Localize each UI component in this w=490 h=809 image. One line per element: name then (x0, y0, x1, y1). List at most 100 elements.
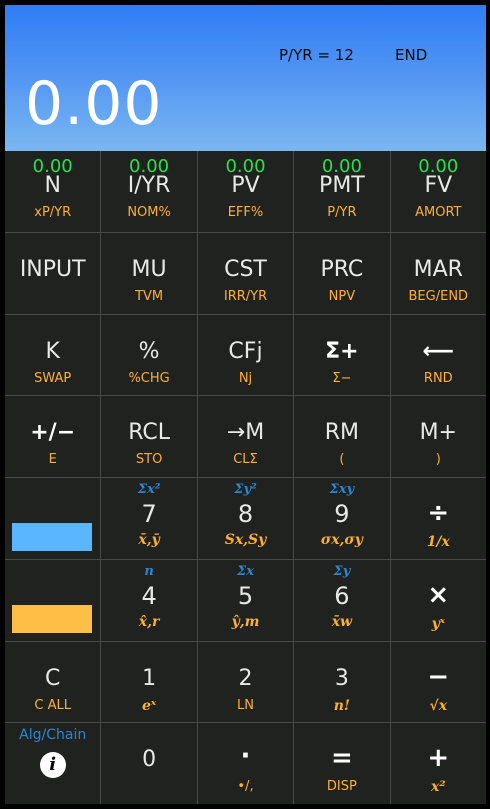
key-shift-label: IRR/YR (223, 288, 268, 304)
key-add[interactable]: + x² (390, 723, 486, 804)
key-fv[interactable]: 0.00 FV AMORT (390, 151, 486, 232)
calculator-window: P/YR = 12 END 0.00 0.00 N xP/YR 0.00 I/Y… (0, 0, 490, 809)
key-change-sign[interactable]: +/− E (5, 396, 101, 477)
key-pv[interactable]: 0.00 PV EFF% (197, 151, 294, 232)
key-shift-label: Σ− (332, 370, 352, 386)
key-blue-label: Σx (237, 563, 254, 579)
key-1[interactable]: 1 eˣ (101, 641, 197, 723)
key-label: 3 (334, 665, 349, 691)
key-sigma-plus[interactable]: Σ+ Σ− (294, 314, 390, 396)
alg-chain-label: Alg/Chain (19, 727, 87, 744)
key-label: →M (226, 420, 265, 446)
key-shift-label: EFF% (227, 205, 264, 220)
keypad: 0.00 N xP/YR 0.00 I/YR NOM% 0.00 PV EFF%… (5, 151, 486, 804)
key-orange-shift[interactable] (5, 559, 101, 641)
payment-mode-indicator: END (395, 46, 428, 64)
key-4[interactable]: n 4 x̂,r (101, 559, 197, 641)
backspace-arrow-icon: ⟵ (422, 338, 455, 364)
key-rm[interactable]: RM ( (294, 396, 390, 477)
key-shift-label: yˣ (431, 615, 445, 632)
key-clear[interactable]: C C ALL (5, 641, 101, 723)
key-m-plus[interactable]: M+ ) (390, 396, 486, 477)
key-label: PMT (319, 173, 365, 198)
key-shift-label: STO (135, 452, 163, 468)
key-label: PV (231, 173, 260, 198)
key-pmt[interactable]: 0.00 PMT P/YR (294, 151, 390, 232)
key-label: FV (424, 173, 453, 198)
plus-icon: + (427, 743, 450, 774)
key-equals[interactable]: = DISP (294, 723, 390, 804)
divide-icon: ÷ (427, 498, 450, 528)
key-shift-label: σx,σy (320, 532, 363, 548)
key-5[interactable]: Σx 5 ŷ,m (197, 559, 294, 641)
key-label: 0 (142, 747, 157, 773)
key-label: MAR (413, 256, 463, 282)
key-shift-label: •/, (237, 779, 254, 795)
key-label: 5 (237, 581, 254, 610)
key-label: 7 (141, 500, 157, 528)
display-value: 0.00 (25, 69, 163, 139)
key-cst[interactable]: CST IRR/YR (197, 232, 294, 314)
key-6[interactable]: Σy 6 x̄w (294, 559, 390, 641)
key-shift-label: Nj (238, 370, 253, 386)
key-label: 6 (334, 581, 350, 610)
key-shift-label: xP/YR (34, 205, 72, 220)
key-9[interactable]: Σxy 9 σx,σy (294, 478, 390, 559)
key-decimal[interactable]: · •/, (197, 723, 294, 804)
key-shift-label: √x (429, 697, 448, 714)
key-shift-label: NPV (328, 288, 356, 304)
key-blue-label: Σy (333, 563, 351, 579)
key-shift-label: x̂,r (138, 613, 160, 630)
key-backspace[interactable]: ⟵ RND (390, 314, 486, 396)
key-blue-label: Σxy (329, 482, 355, 497)
key-blue-shift[interactable] (5, 478, 101, 559)
key-label: RCL (128, 420, 170, 446)
key-i-yr[interactable]: 0.00 I/YR NOM% (101, 151, 197, 232)
key-7[interactable]: Σx² 7 x̄,ȳ (101, 478, 197, 559)
key-label: +/− (30, 420, 76, 446)
key-cfj[interactable]: CFj Nj (197, 314, 294, 396)
key-input[interactable]: INPUT (5, 232, 101, 314)
key-label: K (45, 338, 60, 364)
key-percent[interactable]: % %CHG (101, 314, 197, 396)
decimal-point-icon: · (240, 741, 251, 772)
minus-icon: − (427, 661, 450, 692)
info-icon: i (39, 752, 66, 779)
key-label: C (45, 665, 61, 691)
key-shift-label: TVM (135, 288, 164, 304)
key-label: PRC (320, 256, 364, 282)
key-3[interactable]: 3 n! (294, 641, 390, 723)
key-shift-label: NOM% (127, 205, 171, 220)
key-rcl[interactable]: RCL STO (101, 396, 197, 477)
key-label: CFj (228, 338, 263, 364)
key-0[interactable]: 0 (101, 723, 197, 804)
orange-shift-swatch (12, 604, 92, 633)
key-prc[interactable]: PRC NPV (294, 232, 390, 314)
key-info[interactable]: Alg/Chain i (5, 723, 101, 804)
key-label: CST (224, 256, 267, 282)
key-shift-label: ŷ,m (231, 613, 260, 630)
key-label: I/YR (127, 173, 171, 198)
key-divide[interactable]: ÷ 1/x (390, 478, 486, 559)
key-subtract[interactable]: − √x (390, 641, 486, 723)
multiply-icon: × (427, 579, 450, 610)
key-shift-label: x² (431, 779, 446, 796)
key-blue-label: Σy² (234, 482, 257, 497)
key-multiply[interactable]: × yˣ (390, 559, 486, 641)
key-label: M+ (419, 420, 457, 446)
key-shift-label: AMORT (415, 205, 462, 220)
key-shift-label: E (48, 452, 57, 468)
key-label: % (138, 338, 160, 364)
key-n[interactable]: 0.00 N xP/YR (5, 151, 101, 232)
key-shift-label: x̄w (331, 613, 353, 630)
key-mu[interactable]: MU TVM (101, 232, 197, 314)
key-shift-label: eˣ (142, 697, 157, 714)
equals-icon: = (330, 743, 353, 774)
key-2[interactable]: 2 LN (197, 641, 294, 723)
key-label: RM (324, 420, 360, 446)
key-shift-label: Sx,Sy (224, 532, 267, 548)
key-mar[interactable]: MAR BEG/END (390, 232, 486, 314)
key-k[interactable]: K SWAP (5, 314, 101, 396)
key-to-memory[interactable]: →M CLΣ (197, 396, 294, 477)
key-8[interactable]: Σy² 8 Sx,Sy (197, 478, 294, 559)
